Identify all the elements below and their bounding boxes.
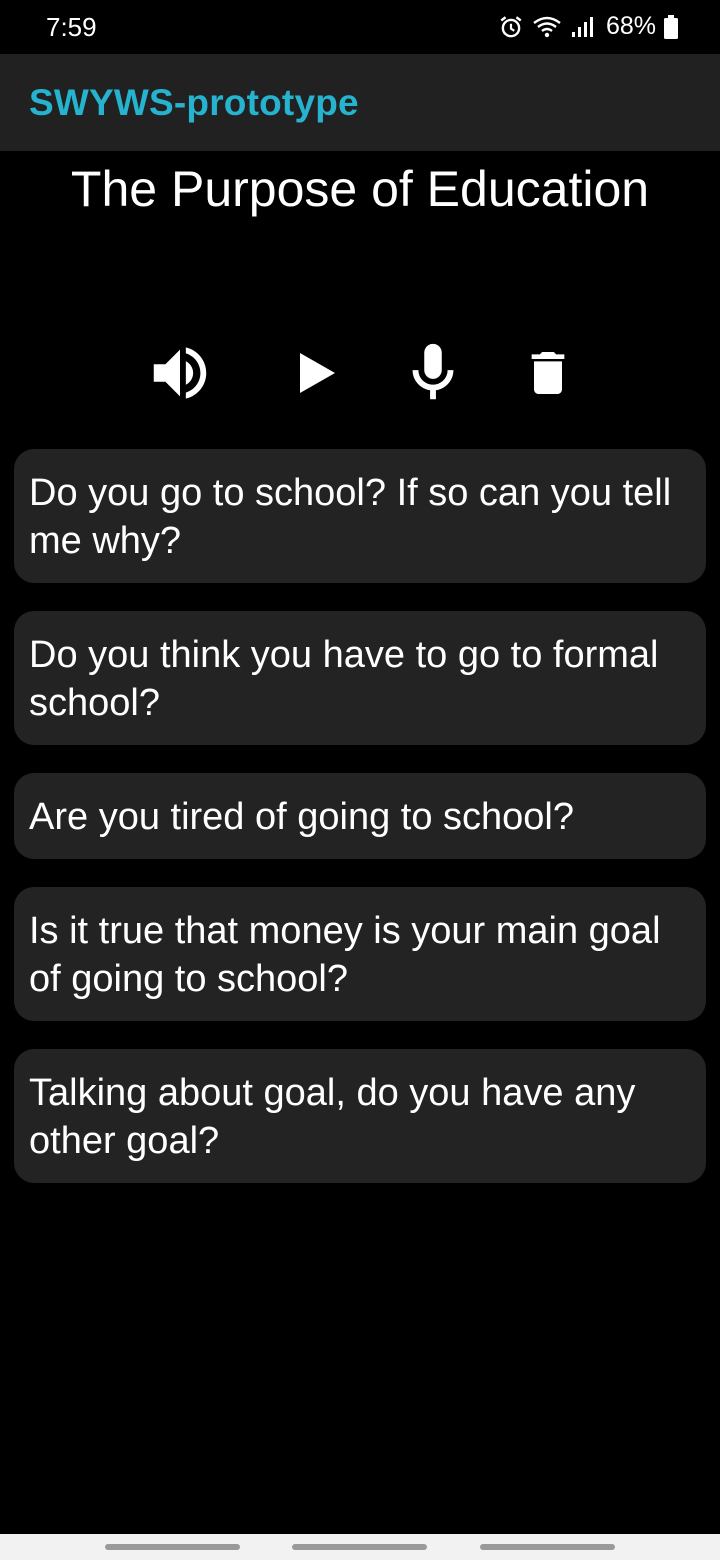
navigation-bar — [0, 1534, 720, 1560]
question-card[interactable]: Talking about goal, do you have any othe… — [14, 1049, 706, 1183]
status-bar: 7:59 68% — [0, 0, 720, 54]
status-time: 7:59 — [46, 12, 97, 42]
nav-back-handle[interactable] — [480, 1544, 615, 1550]
app-bar: SWYWS-prototype — [0, 54, 720, 151]
question-card[interactable]: Do you think you have to go to formal sc… — [14, 611, 706, 745]
alarm-icon — [498, 14, 524, 40]
wifi-icon — [532, 14, 562, 40]
play-icon — [285, 338, 345, 413]
trash-icon — [520, 340, 576, 411]
volume-button[interactable] — [140, 335, 220, 415]
microphone-button[interactable] — [393, 335, 473, 415]
media-controls — [0, 335, 720, 415]
question-list: Do you go to school? If so can you tell … — [14, 449, 706, 1211]
battery-percent: 68% — [605, 12, 656, 40]
question-card[interactable]: Is it true that money is your main goal … — [14, 887, 706, 1021]
page-title: The Purpose of Education — [70, 161, 650, 217]
nav-recents-handle[interactable] — [105, 1544, 240, 1550]
status-icons: 68% — [498, 12, 678, 41]
volume-icon — [145, 338, 215, 413]
microphone-icon — [398, 335, 468, 416]
nav-home-handle[interactable] — [292, 1544, 427, 1550]
app-title: SWYWS-prototype — [29, 82, 359, 123]
delete-button[interactable] — [508, 335, 588, 415]
question-card[interactable]: Are you tired of going to school? — [14, 773, 706, 859]
signal-icon — [570, 14, 594, 40]
play-button[interactable] — [275, 335, 355, 415]
battery-icon — [664, 14, 678, 39]
question-card[interactable]: Do you go to school? If so can you tell … — [14, 449, 706, 583]
